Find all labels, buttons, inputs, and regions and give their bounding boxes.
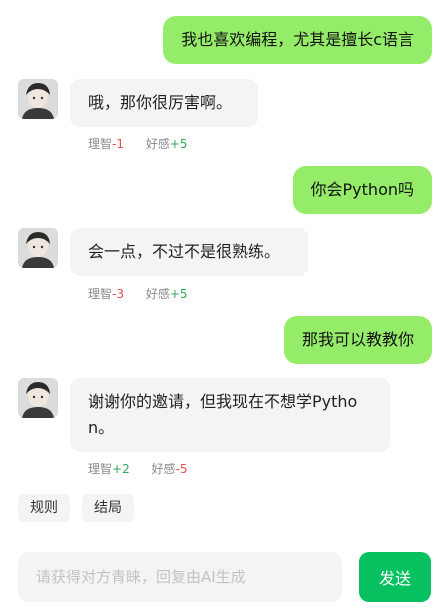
avatar	[18, 378, 58, 418]
user-message-bubble: 我也喜欢编程，尤其是擅长c语言	[163, 16, 432, 64]
affection-stat: 好感+5	[145, 137, 188, 151]
avatar-photo-icon	[18, 378, 58, 418]
send-button[interactable]: 发送	[359, 552, 431, 602]
avatar-photo-icon	[18, 228, 58, 268]
user-message-bubble: 那我可以教教你	[283, 316, 432, 364]
affection-stat: 好感+5	[145, 287, 188, 301]
avatar	[18, 228, 58, 268]
sanity-stat: 理智+2	[88, 462, 130, 476]
rules-button[interactable]: 规则	[18, 494, 70, 522]
avatar-photo-icon	[18, 79, 58, 119]
stat-changes: 理智+2 好感-5	[88, 460, 206, 477]
sanity-stat: 理智-3	[88, 287, 124, 301]
stat-changes: 理智-3 好感+5	[88, 285, 206, 302]
sanity-stat: 理智-1	[88, 137, 124, 151]
affection-stat: 好感-5	[151, 462, 188, 476]
ending-button[interactable]: 结局	[82, 494, 134, 522]
bot-message-bubble: 哦，那你很厉害啊。	[70, 79, 258, 127]
user-message-bubble: 你会Python吗	[292, 166, 432, 214]
bot-message-bubble: 谢谢你的邀请，但我现在不想学Python。	[70, 378, 390, 452]
avatar	[18, 79, 58, 119]
stat-changes: 理智-1 好感+5	[88, 135, 206, 152]
message-input[interactable]	[18, 552, 342, 602]
bot-message-bubble: 会一点，不过不是很熟练。	[70, 228, 308, 276]
